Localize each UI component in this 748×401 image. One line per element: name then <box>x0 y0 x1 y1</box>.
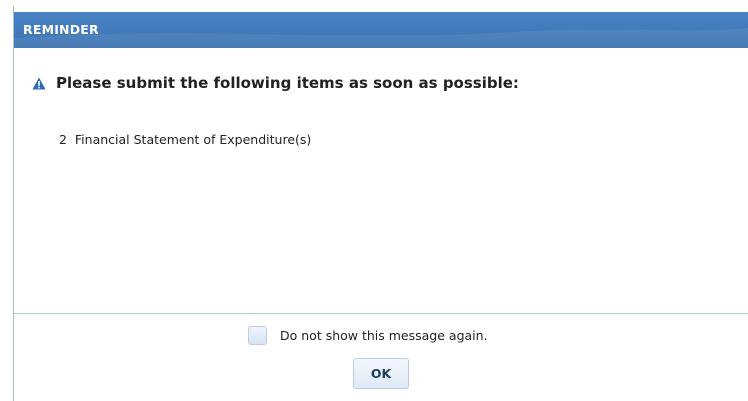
dialog-title: REMINDER <box>23 22 99 37</box>
message-heading: Please submit the following items as soo… <box>56 74 519 92</box>
ok-button[interactable]: OK <box>353 358 409 389</box>
message-header: Please submit the following items as soo… <box>32 74 519 92</box>
dont-show-again-row[interactable]: Do not show this message again. <box>248 326 488 345</box>
dont-show-again-checkbox[interactable] <box>248 326 267 345</box>
warning-triangle-icon <box>32 77 46 89</box>
dialog-footer: Do not show this message again. OK <box>14 314 748 401</box>
dialog-titlebar: REMINDER <box>14 12 748 48</box>
pending-item: 2 Financial Statement of Expenditure(s) <box>59 132 312 147</box>
titlebar-decoration <box>14 28 748 48</box>
reminder-dialog: REMINDER Please submit the following ite… <box>13 6 748 401</box>
dont-show-again-label[interactable]: Do not show this message again. <box>280 328 488 343</box>
